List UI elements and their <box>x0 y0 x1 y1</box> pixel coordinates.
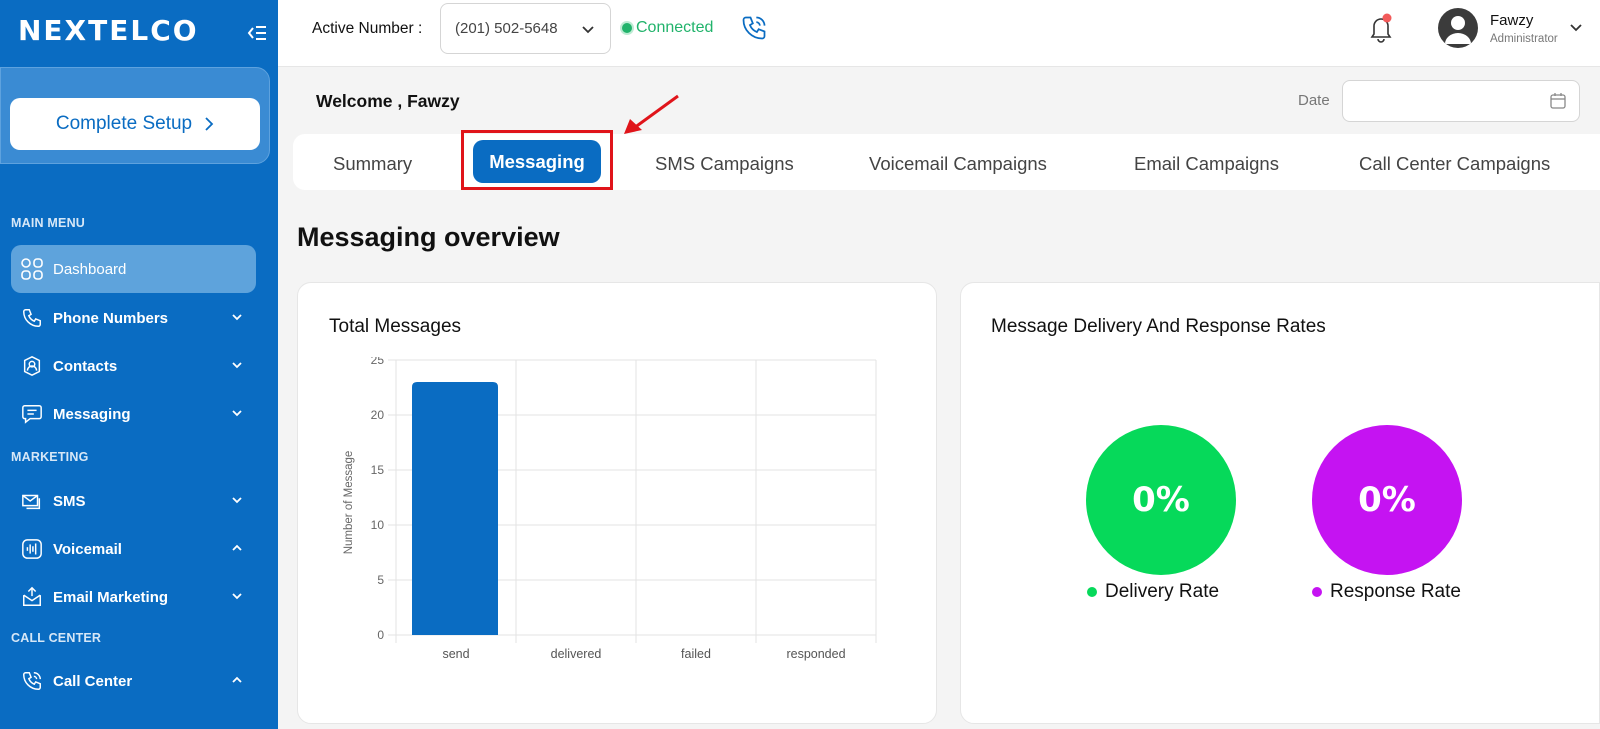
complete-setup-label: Complete Setup <box>55 113 193 134</box>
y-tick-label: 20 <box>371 408 385 422</box>
sidebar-item-contacts[interactable]: Contacts <box>11 342 256 390</box>
status-dot-icon <box>622 23 632 33</box>
response-rate-circle: 0% <box>1312 425 1462 575</box>
tab-call-center-campaigns[interactable]: Call Center Campaigns <box>1359 153 1550 175</box>
sidebar-item-label: Voicemail <box>53 540 122 558</box>
avatar[interactable] <box>1438 8 1478 48</box>
y-tick-label: 25 <box>371 357 385 367</box>
connection-status-text: Connected <box>636 19 714 36</box>
x-tick-label: send <box>442 647 469 661</box>
sidebar-item-label: Dashboard <box>53 260 127 278</box>
active-number-label: Active Number : <box>312 20 423 37</box>
response-rate-value: 0% <box>1358 480 1416 520</box>
y-axis-label: Number of Message <box>343 451 355 555</box>
notification-bell-icon[interactable] <box>1366 12 1396 44</box>
delivery-rate-value: 0% <box>1132 480 1190 520</box>
dashboard-grid-icon <box>19 256 45 282</box>
x-tick-label: responded <box>786 647 845 661</box>
chevron-right-icon <box>205 117 214 131</box>
delivery-legend-dot <box>1087 587 1097 597</box>
active-number-value: (201) 502-5648 <box>455 20 558 37</box>
y-tick-label: 5 <box>377 573 384 587</box>
bar-send <box>412 382 498 635</box>
sms-icon <box>19 488 45 514</box>
user-name[interactable]: Fawzy <box>1490 12 1533 29</box>
sidebar-item-messaging[interactable]: Messaging <box>11 390 256 438</box>
sidebar-item-call-center[interactable]: Call Center <box>11 657 256 705</box>
chevron-down-icon <box>232 362 242 369</box>
sidebar-item-phone-numbers[interactable]: Phone Numbers <box>11 294 256 342</box>
section-call-center: CALL CENTER <box>11 631 102 645</box>
annotation-arrow-icon <box>624 94 679 134</box>
y-tick-label: 0 <box>377 628 384 642</box>
x-tick-label: failed <box>681 647 711 661</box>
overview-title: Messaging overview <box>297 222 560 252</box>
sidebar-item-email-marketing[interactable]: Email Marketing <box>11 573 256 621</box>
chevron-up-icon <box>232 676 242 683</box>
delivery-rate-legend: Delivery Rate <box>1087 581 1219 603</box>
sidebar-item-sms[interactable]: SMS <box>11 477 256 525</box>
sidebar-item-label: Contacts <box>53 357 118 375</box>
delivery-rate-circle: 0% <box>1086 425 1236 575</box>
response-rate-label: Response Rate <box>1330 581 1461 602</box>
response-legend-dot <box>1312 587 1322 597</box>
user-role: Administrator <box>1490 33 1558 45</box>
phone-icon <box>19 305 45 331</box>
app-logo[interactable]: NEXTELCO <box>18 14 199 47</box>
chevron-down-icon[interactable] <box>1568 20 1584 36</box>
welcome-text: Welcome , Fawzy <box>316 91 460 111</box>
chevron-down-icon <box>232 410 242 417</box>
delivery-rate-label: Delivery Rate <box>1105 581 1220 602</box>
chevron-down-icon <box>232 497 242 504</box>
email-marketing-icon <box>19 584 45 610</box>
contact-icon <box>19 353 45 379</box>
sidebar-item-label: Phone Numbers <box>53 309 169 327</box>
section-main-menu: MAIN MENU <box>11 216 86 230</box>
response-rate-legend: Response Rate <box>1312 581 1461 603</box>
sidebar-item-voicemail[interactable]: Voicemail <box>11 525 256 573</box>
y-tick-label: 15 <box>371 463 385 477</box>
user-avatar-icon <box>1445 16 1471 44</box>
y-tick-label: 10 <box>371 518 385 532</box>
tab-voicemail-campaigns[interactable]: Voicemail Campaigns <box>869 153 1047 175</box>
total-messages-chart: 0 5 10 15 20 25 send delivered failed responded Nu… <box>343 357 877 661</box>
tab-email-campaigns[interactable]: Email Campaigns <box>1134 153 1279 175</box>
message-icon <box>19 401 45 427</box>
x-tick-label: delivered <box>551 647 602 661</box>
date-label: Date <box>1298 92 1330 109</box>
calendar-icon[interactable] <box>1549 92 1567 110</box>
rates-card: Message Delivery And Response Rates <box>960 282 1600 724</box>
active-number-select[interactable]: (201) 502-5648 <box>440 3 611 54</box>
section-marketing: MARKETING <box>11 450 89 464</box>
tab-summary[interactable]: Summary <box>333 153 412 175</box>
sidebar-item-label: Messaging <box>53 405 131 423</box>
sidebar-item-label: SMS <box>53 492 86 510</box>
collapse-sidebar-icon[interactable] <box>246 22 268 44</box>
complete-setup-button[interactable]: Complete Setup <box>10 98 260 150</box>
chevron-up-icon <box>232 544 242 551</box>
setup-panel: Complete Setup <box>0 67 270 164</box>
top-bar: Active Number : (201) 502-5648 Connected… <box>278 0 1600 67</box>
call-center-icon <box>19 668 45 694</box>
chevron-down-icon <box>582 26 594 34</box>
sidebar: NEXTELCO Complete Setup MAIN MENU Dashbo… <box>0 0 278 729</box>
voicemail-icon <box>19 536 45 562</box>
chevron-down-icon <box>232 314 242 321</box>
sidebar-item-dashboard[interactable]: Dashboard <box>11 245 256 293</box>
annotation-highlight-box <box>461 130 613 190</box>
date-input[interactable] <box>1342 80 1580 122</box>
connection-status: Connected <box>622 19 713 37</box>
chevron-down-icon <box>232 593 242 600</box>
total-messages-title: Total Messages <box>329 316 462 337</box>
dialer-phone-icon[interactable] <box>740 14 768 42</box>
sidebar-item-label: Call Center <box>53 672 133 690</box>
tab-sms-campaigns[interactable]: SMS Campaigns <box>655 153 794 175</box>
sidebar-item-label: Email Marketing <box>53 588 169 606</box>
rates-title: Message Delivery And Response Rates <box>991 316 1326 337</box>
